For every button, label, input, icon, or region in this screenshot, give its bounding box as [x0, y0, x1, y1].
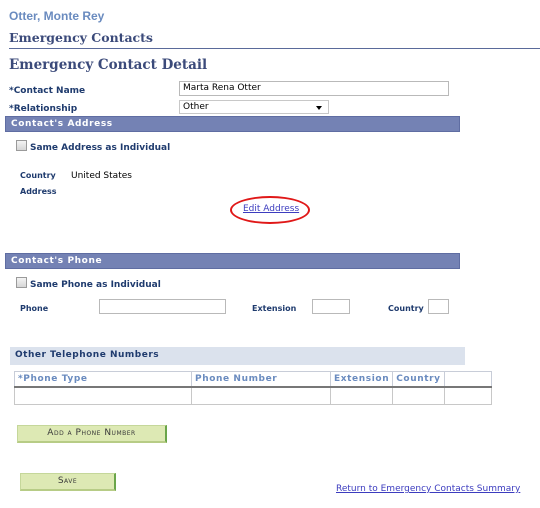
save-button[interactable]: Save — [20, 473, 116, 491]
address-section-header: Contact's Address — [5, 116, 460, 132]
section-title: Emergency Contacts — [9, 30, 153, 45]
relationship-value: Other — [183, 102, 209, 112]
phone-country-label: Country — [388, 304, 424, 313]
cell-extension[interactable] — [329, 386, 394, 405]
add-phone-button[interactable]: Add a Phone Number — [17, 425, 167, 443]
cell-phone-type[interactable] — [14, 386, 192, 405]
cell-phone-number[interactable] — [191, 386, 331, 405]
chevron-down-icon — [316, 106, 322, 110]
contact-name-value: Marta Rena Otter — [183, 83, 261, 93]
phone-label: Phone — [20, 304, 49, 313]
col-extension: Extension — [329, 371, 394, 388]
col-phone-number: Phone Number — [191, 371, 331, 388]
table-row — [14, 386, 493, 405]
phone-input[interactable] — [99, 299, 226, 314]
col-actions — [443, 371, 493, 388]
address-label: Address — [20, 187, 57, 196]
col-phone-type: *Phone Type — [14, 371, 192, 388]
same-address-label: Same Address as Individual — [30, 143, 171, 153]
other-numbers-header: Other Telephone Numbers — [10, 347, 465, 365]
phone-section-header: Contact's Phone — [5, 253, 460, 269]
extension-input[interactable] — [312, 299, 350, 314]
same-phone-checkbox[interactable] — [16, 277, 27, 288]
phone-country-input[interactable] — [428, 299, 449, 314]
col-country: Country — [392, 371, 445, 388]
grid-header-row: *Phone Type Phone Number Extension Count… — [14, 371, 493, 388]
return-summary-link[interactable]: Return to Emergency Contacts Summary — [336, 484, 520, 494]
page-title: Emergency Contact Detail — [9, 57, 208, 73]
cell-actions — [443, 386, 493, 405]
same-phone-label: Same Phone as Individual — [30, 280, 161, 290]
relationship-select[interactable]: Other — [179, 100, 329, 114]
edit-address-link[interactable]: Edit Address — [243, 204, 299, 214]
address-country-label: Country — [20, 171, 56, 180]
same-address-checkbox[interactable] — [16, 140, 27, 151]
contact-name-label: *Contact Name — [9, 86, 86, 96]
relationship-label: *Relationship — [9, 104, 78, 114]
person-name: Otter, Monte Rey — [9, 9, 105, 23]
cell-country[interactable] — [392, 386, 445, 405]
other-numbers-grid: *Phone Type Phone Number Extension Count… — [14, 371, 493, 405]
address-country-value: United States — [71, 171, 132, 181]
contact-name-input[interactable]: Marta Rena Otter — [179, 81, 449, 96]
title-divider — [9, 48, 540, 49]
extension-label: Extension — [252, 304, 297, 313]
